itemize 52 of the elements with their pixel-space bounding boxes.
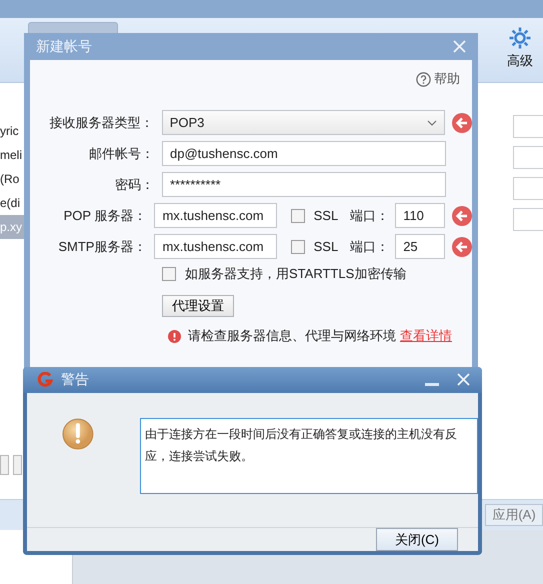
input-field[interactable]: dp@tushensc.com bbox=[162, 141, 446, 166]
list-item[interactable]: yric bbox=[0, 119, 24, 143]
field-label: 端口： bbox=[350, 206, 390, 224]
error-message: 请检查服务器信息、代理与网络环境 bbox=[188, 327, 396, 345]
checkbox[interactable] bbox=[290, 208, 305, 222]
field-label: 端口： bbox=[350, 238, 390, 256]
button[interactable] bbox=[0, 455, 9, 475]
input-field[interactable]: mx.tushensc.com bbox=[154, 234, 277, 259]
arrow-left-icon bbox=[452, 206, 472, 226]
field-label: 接收服务器类型： bbox=[48, 114, 154, 132]
list-item[interactable]: meli bbox=[0, 143, 24, 167]
input-field[interactable]: ********** bbox=[162, 172, 446, 197]
close-button[interactable] bbox=[453, 40, 466, 53]
field-label: SMTP服务器： bbox=[57, 238, 146, 256]
arrow-left-icon bbox=[452, 112, 472, 132]
help-icon bbox=[416, 72, 431, 86]
window-title: 新建帐号 bbox=[36, 38, 92, 56]
minimize-icon bbox=[425, 382, 439, 387]
apply-button[interactable]: 应用(A) bbox=[485, 504, 543, 526]
input-field[interactable]: 25 bbox=[395, 234, 445, 259]
proxy-settings-button[interactable]: 代理设置 bbox=[162, 295, 234, 317]
field-label: POP 服务器： bbox=[62, 206, 146, 224]
field-label: 邮件帐号： bbox=[88, 144, 154, 162]
checkbox-label: SSL bbox=[314, 239, 338, 254]
input-field[interactable]: mx.tushensc.com bbox=[154, 203, 277, 228]
input-field[interactable] bbox=[513, 177, 543, 200]
button[interactable] bbox=[13, 455, 22, 475]
checkbox-label: SSL bbox=[314, 208, 338, 223]
caret-icon bbox=[427, 120, 437, 126]
advanced-button[interactable]: 高级 bbox=[501, 22, 539, 74]
settings-icon bbox=[508, 26, 532, 50]
arrow-left-icon bbox=[452, 236, 472, 256]
checkbox[interactable] bbox=[162, 267, 176, 281]
error-icon bbox=[168, 330, 181, 342]
checkbox-label: 如服务器支持，用STARTTLS加密传输 bbox=[185, 265, 406, 283]
message-text: 由于连接方在一段时间后没有正确答复或连接的主机没有反应，连接尝试失败。 bbox=[140, 418, 478, 494]
input-field[interactable] bbox=[513, 146, 543, 169]
server-type-dropdown[interactable]: POP3 bbox=[162, 110, 445, 135]
close-button[interactable]: 关闭(C) bbox=[376, 528, 458, 551]
input-field[interactable]: 110 bbox=[395, 203, 445, 228]
window-title: 警告 bbox=[61, 370, 89, 389]
list-item[interactable]: e(di bbox=[0, 191, 24, 215]
help-link[interactable]: 帮助 bbox=[416, 70, 460, 88]
logo-icon bbox=[37, 372, 53, 388]
field-label: 密码： bbox=[114, 176, 154, 194]
list-item[interactable]: (Ro bbox=[0, 167, 24, 191]
details-link[interactable]: 查看详情 bbox=[400, 327, 452, 345]
checkbox[interactable] bbox=[290, 240, 305, 254]
warning-icon bbox=[62, 418, 94, 450]
input-field[interactable] bbox=[513, 208, 543, 231]
close-button[interactable] bbox=[457, 373, 470, 386]
input-field[interactable] bbox=[513, 115, 543, 138]
